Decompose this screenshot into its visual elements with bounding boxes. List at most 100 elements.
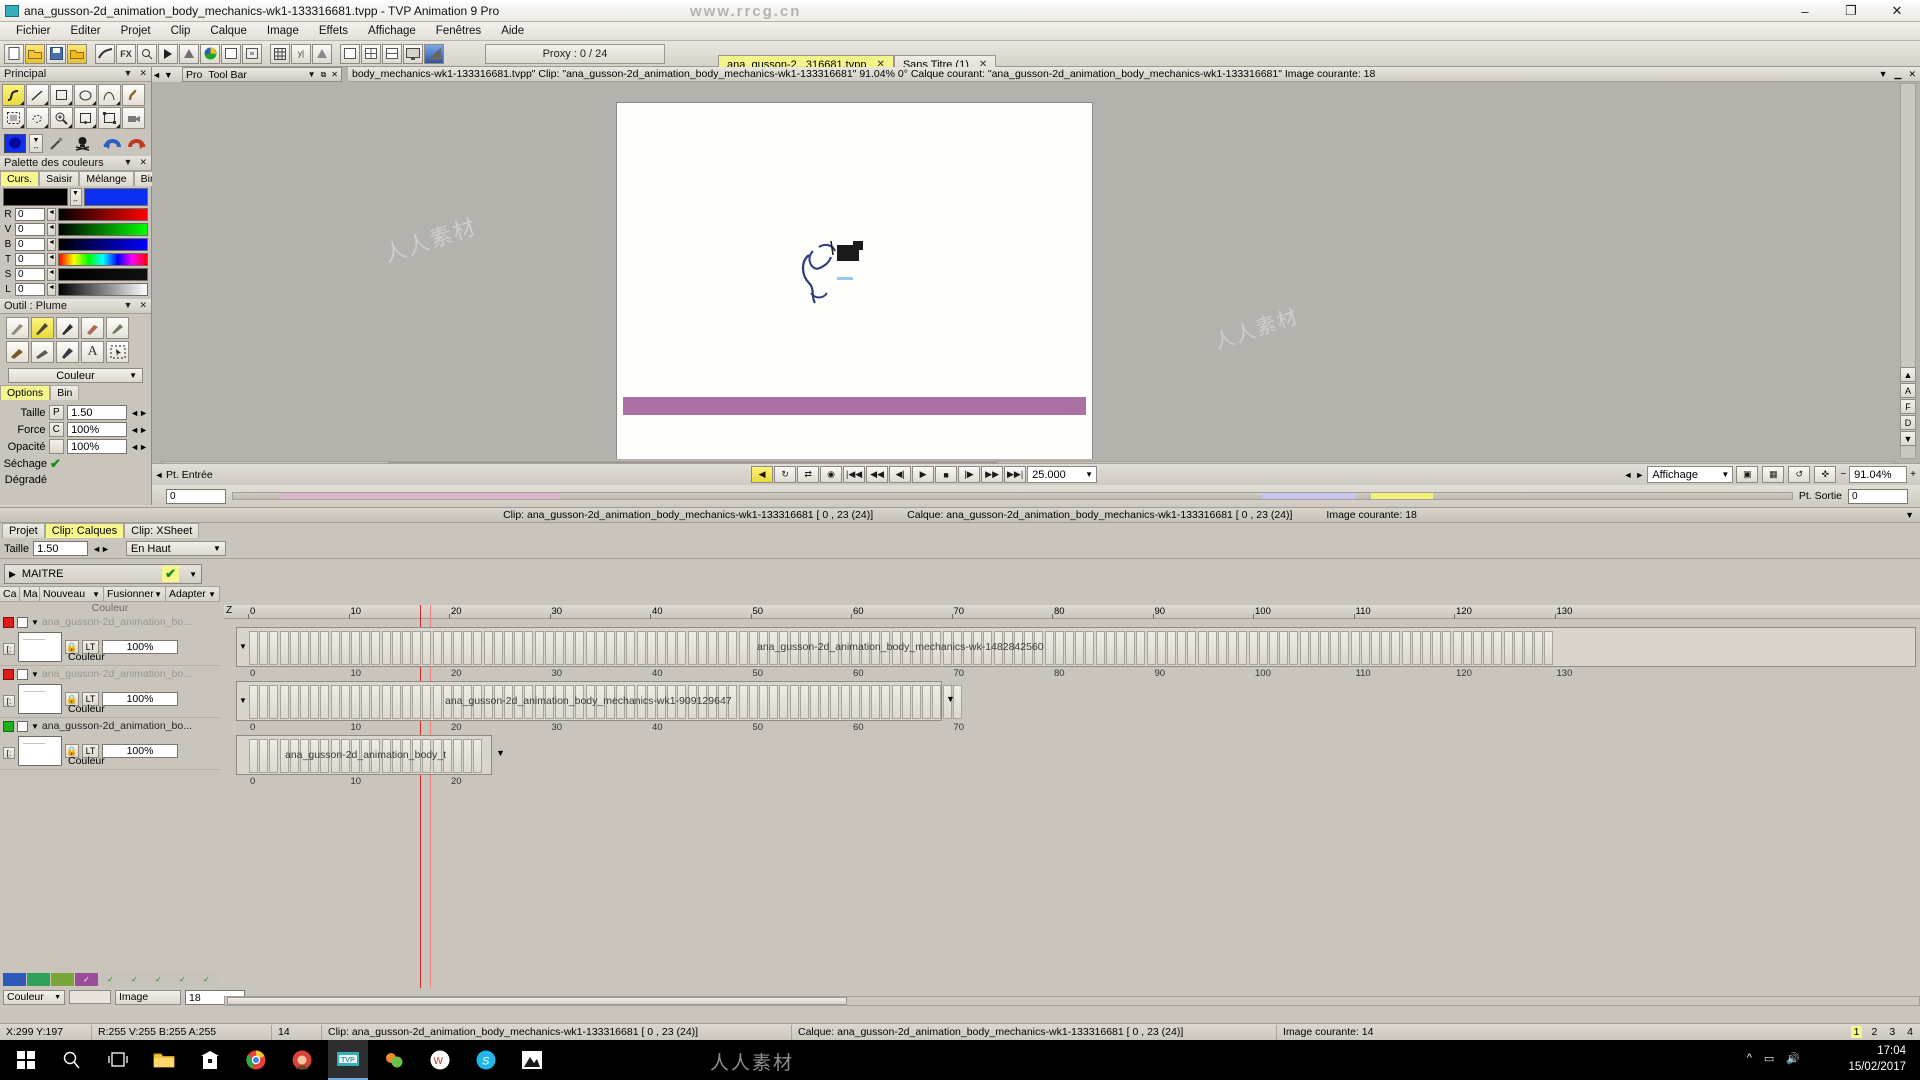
view-settings-icon[interactable]: ✜	[1814, 466, 1837, 483]
menu-image[interactable]: Image	[257, 23, 309, 39]
task-view-icon[interactable]	[98, 1040, 138, 1080]
color-wheel-icon[interactable]	[200, 43, 220, 64]
xsheet-cell[interactable]	[504, 631, 513, 665]
xsheet-cell[interactable]	[463, 631, 473, 665]
xsheet-cell[interactable]	[1167, 631, 1176, 665]
slider-knob[interactable]: ◄	[47, 238, 56, 251]
xsheet-cell[interactable]	[738, 685, 748, 719]
opacite-value[interactable]: 100%	[67, 439, 128, 454]
minimize-button[interactable]: –	[1782, 0, 1828, 22]
xsheet-cell[interactable]	[259, 739, 269, 773]
column-adapter[interactable]: Adapter ▼	[166, 587, 220, 601]
xsheet-area[interactable]: Z 0 10 20 30 40 50 60 70 80 90 100 110 120 130 ▼ ana_…	[224, 605, 1920, 988]
xsheet-cell[interactable]	[1340, 631, 1350, 665]
xsheet-track-1[interactable]: ▼ ana_gusson-2d_animation_body_mechanics…	[236, 627, 1916, 667]
xsheet-cell[interactable]	[1279, 631, 1289, 665]
xsheet-cell[interactable]	[361, 631, 371, 665]
open-folder-icon[interactable]	[25, 43, 45, 64]
xsheet-cell[interactable]	[300, 631, 309, 665]
xsheet-cell[interactable]	[1371, 631, 1380, 665]
onion-skin-icon[interactable]: ◉	[820, 466, 843, 483]
taille-pressure-button[interactable]: P	[48, 405, 65, 420]
xsheet-cell[interactable]	[606, 631, 615, 665]
primary-color-field[interactable]	[3, 188, 68, 206]
line-tool-icon[interactable]	[26, 84, 49, 106]
pen-nib-icon[interactable]	[31, 317, 54, 339]
tab-melange[interactable]: Mélange	[79, 171, 134, 186]
xsheet-cell[interactable]	[779, 685, 789, 719]
rewind-icon[interactable]: ◀◀	[866, 466, 889, 483]
windows-start-icon[interactable]	[6, 1040, 46, 1080]
split-view-4-icon[interactable]	[361, 43, 381, 64]
canvas-viewport[interactable]: 人人素材 人人素材 人人素材	[162, 83, 1894, 459]
master-layer-row[interactable]: ▶ MAITRE ✔ ▼	[4, 564, 202, 584]
palette-swatch[interactable]: ✓	[99, 973, 122, 986]
play-preview-icon[interactable]	[158, 43, 178, 64]
layer-depth-icon[interactable]: [:	[3, 643, 15, 655]
expand-triangle-icon[interactable]: ▼	[31, 722, 39, 731]
xsheet-cell[interactable]	[626, 631, 636, 665]
xsheet-cell[interactable]	[320, 685, 330, 719]
position-dropdown[interactable]: En Haut ▼	[125, 541, 226, 556]
close-icon[interactable]: ✕	[139, 68, 147, 79]
force-value[interactable]: 100%	[67, 422, 128, 437]
skype-icon[interactable]: S	[466, 1040, 506, 1080]
page-3[interactable]: 3	[1886, 1026, 1898, 1038]
entry-point-value[interactable]: 0	[166, 488, 226, 504]
xsheet-cell[interactable]	[646, 631, 656, 665]
crop-tool-icon[interactable]	[74, 107, 97, 129]
layer-blend-mode[interactable]: Couleur	[68, 703, 105, 715]
display-mode-selector[interactable]: Affichage ▼	[1647, 466, 1734, 483]
xsheet-cell[interactable]	[830, 685, 840, 719]
xsheet-cell[interactable]	[534, 631, 544, 665]
xsheet-cell[interactable]	[330, 631, 340, 665]
xsheet-cell[interactable]	[748, 685, 758, 719]
xsheet-cell[interactable]	[259, 631, 269, 665]
taille-value[interactable]: 1.50	[67, 405, 128, 420]
xsheet-cell[interactable]	[453, 739, 462, 773]
maximize-button[interactable]: ❐	[1828, 0, 1874, 22]
track-3-menu-icon[interactable]: ▼	[496, 748, 505, 758]
panel-menu-icon[interactable]: ▼	[164, 70, 173, 80]
chrome-icon[interactable]	[236, 1040, 276, 1080]
sechage-checkbox[interactable]: ✔	[50, 456, 61, 472]
xsheet-cell[interactable]	[269, 739, 279, 773]
menu-affichage[interactable]: Affichage	[358, 23, 426, 39]
xsheet-cell[interactable]	[1085, 631, 1095, 665]
xsheet-cell[interactable]	[422, 631, 432, 665]
xsheet-cell[interactable]	[340, 631, 350, 665]
marker-icon[interactable]	[6, 341, 29, 363]
xsheet-cell[interactable]	[351, 685, 360, 719]
chrome-profile-icon[interactable]	[282, 1040, 322, 1080]
xsheet-cell[interactable]	[850, 685, 860, 719]
menu-clip[interactable]: Clip	[161, 23, 201, 39]
xsheet-cell[interactable]	[1401, 631, 1411, 665]
xsheet-cell[interactable]	[473, 739, 483, 773]
pen-fine-icon[interactable]	[56, 317, 79, 339]
side-button-up[interactable]: ▲	[1900, 367, 1916, 382]
xsheet-cell[interactable]	[249, 631, 258, 665]
felt-icon[interactable]	[31, 341, 54, 363]
xsheet-cell[interactable]	[544, 631, 554, 665]
menu-effets[interactable]: Effets	[309, 23, 358, 39]
xsheet-cell[interactable]	[442, 631, 452, 665]
xsheet-cell[interactable]	[320, 631, 330, 665]
xsheet-cell[interactable]	[249, 685, 258, 719]
microsoft-store-icon[interactable]	[190, 1040, 230, 1080]
xsheet-cell[interactable]	[861, 685, 870, 719]
exit-point-value[interactable]: 0	[1848, 488, 1908, 504]
opacite-stepper[interactable]: ◄►	[130, 442, 148, 452]
xsheet-cell[interactable]	[1524, 631, 1533, 665]
expand-triangle-icon[interactable]: ▼	[31, 618, 39, 627]
layer-opacity[interactable]: 100%	[102, 744, 178, 758]
xsheet-cell[interactable]	[259, 685, 269, 719]
grid-icon[interactable]	[270, 43, 290, 64]
xsheet-cell[interactable]	[1330, 631, 1340, 665]
xsheet-cell[interactable]	[422, 685, 432, 719]
table-row[interactable]: ▼ ana_gusson-2d_animation_bo... 🔒 LT 100…	[0, 666, 220, 718]
pen-soft-icon[interactable]	[6, 317, 29, 339]
expand-triangle-icon[interactable]: ▼	[31, 670, 39, 679]
slider-value[interactable]: 0	[15, 238, 45, 251]
track-cells[interactable]	[249, 631, 1913, 665]
zoom-in-icon[interactable]: +	[1910, 469, 1916, 480]
